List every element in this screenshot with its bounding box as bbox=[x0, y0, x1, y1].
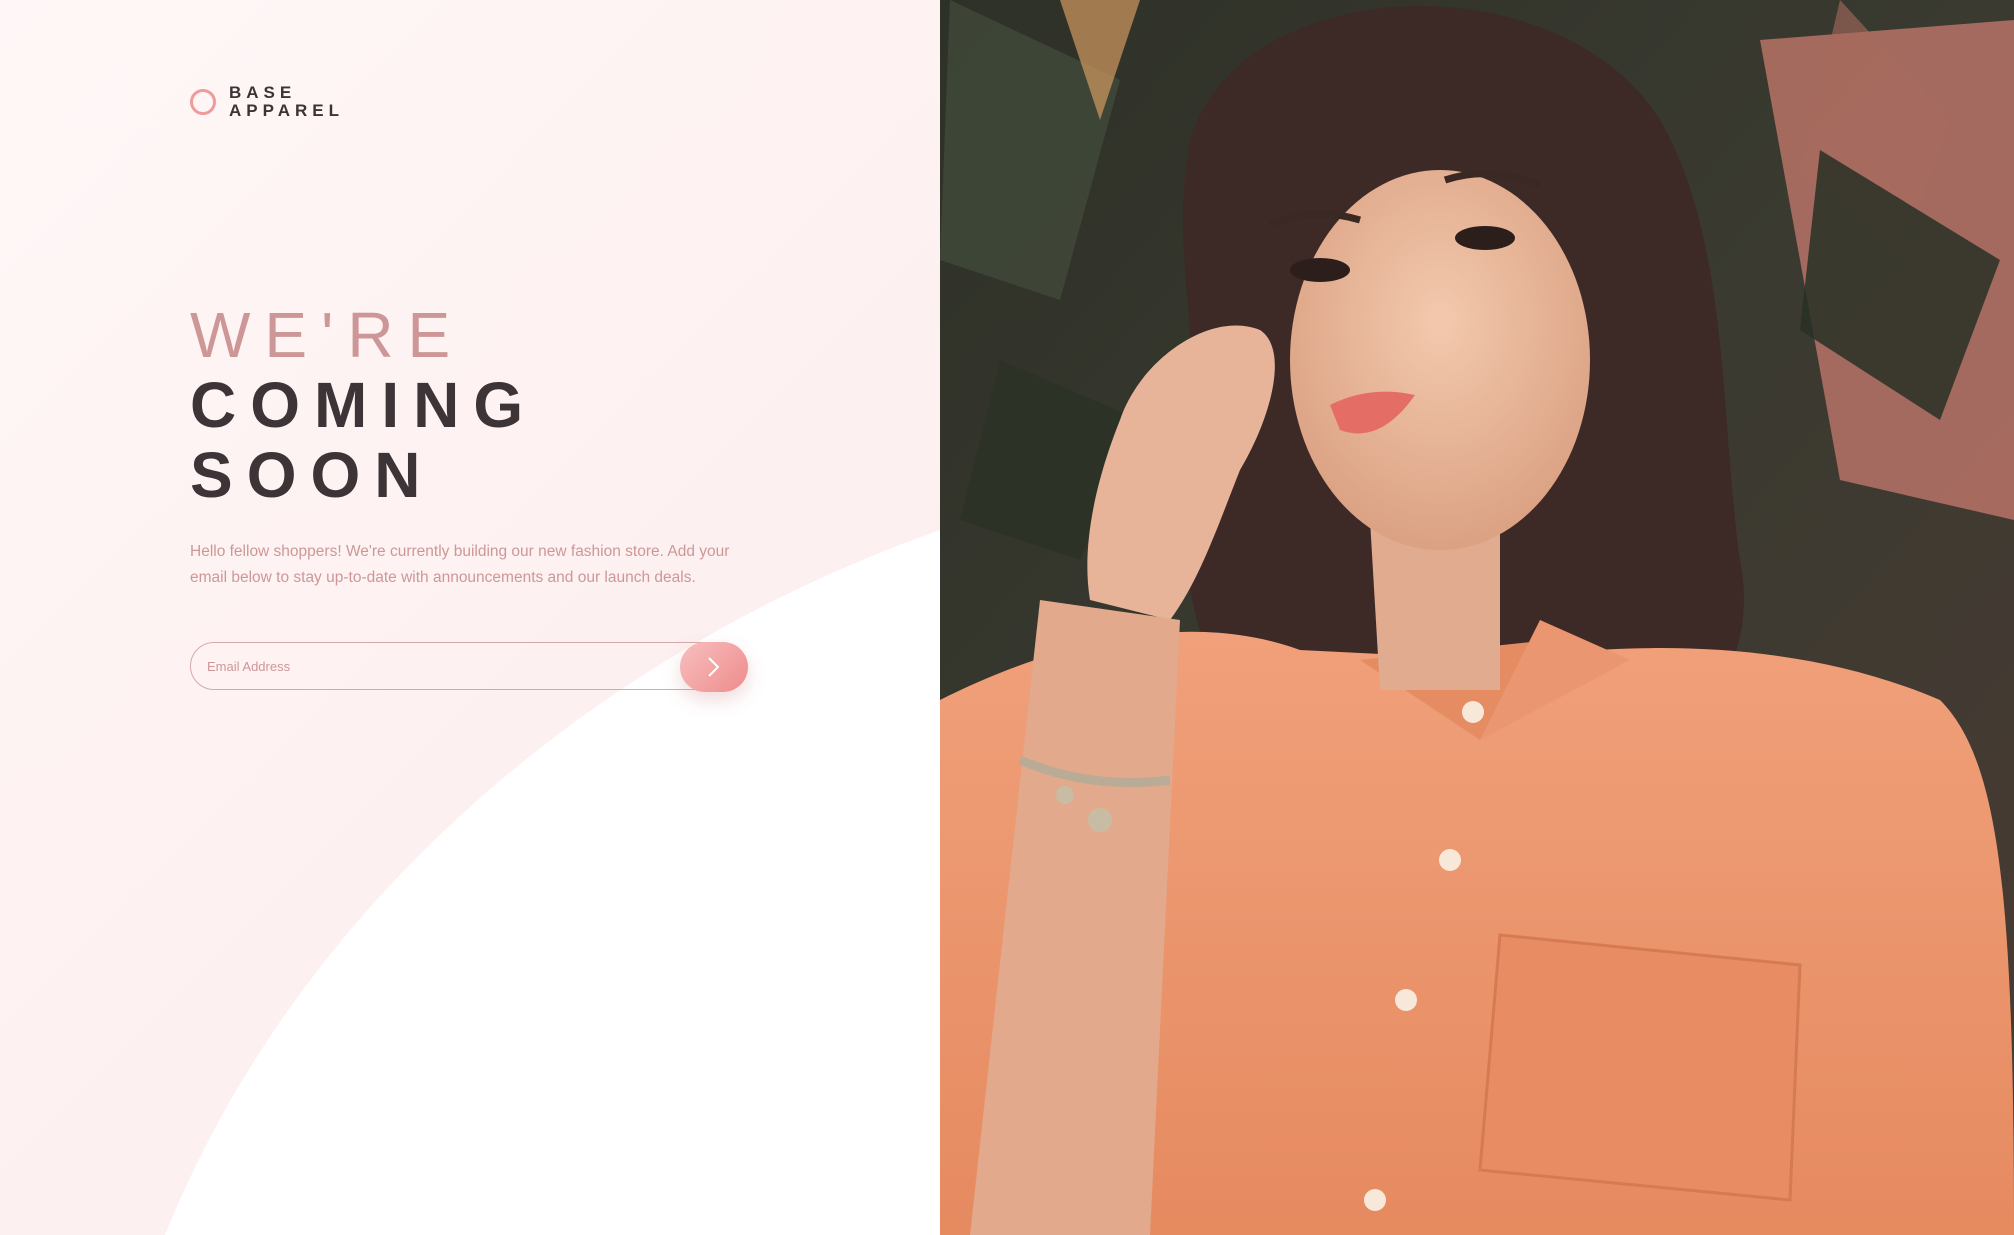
content-panel: BASE APPAREL WE'RE COMING SOON Hello fel… bbox=[0, 0, 940, 1235]
page-heading: WE'RE COMING SOON bbox=[190, 300, 537, 510]
email-input[interactable] bbox=[190, 642, 746, 690]
hero-photo-illustration bbox=[940, 0, 2014, 1235]
chevron-right-icon bbox=[708, 657, 720, 677]
logo[interactable]: BASE APPAREL bbox=[190, 84, 344, 120]
submit-button[interactable] bbox=[680, 642, 748, 692]
circle-logo-icon bbox=[190, 89, 216, 115]
logo-text: BASE APPAREL bbox=[229, 84, 344, 120]
coming-soon-page: BASE APPAREL WE'RE COMING SOON Hello fel… bbox=[0, 0, 2014, 1235]
hero-image bbox=[940, 0, 2014, 1235]
background-curve bbox=[165, 530, 940, 1235]
email-signup-form bbox=[190, 642, 748, 692]
logo-line-1: BASE bbox=[229, 83, 297, 102]
description-text: Hello fellow shoppers! We're currently b… bbox=[190, 543, 730, 586]
logo-line-2: APPAREL bbox=[229, 101, 344, 120]
heading-line-were: WE'RE bbox=[190, 299, 465, 371]
heading-line-coming: COMING bbox=[190, 369, 538, 441]
heading-line-soon: SOON bbox=[190, 439, 435, 511]
